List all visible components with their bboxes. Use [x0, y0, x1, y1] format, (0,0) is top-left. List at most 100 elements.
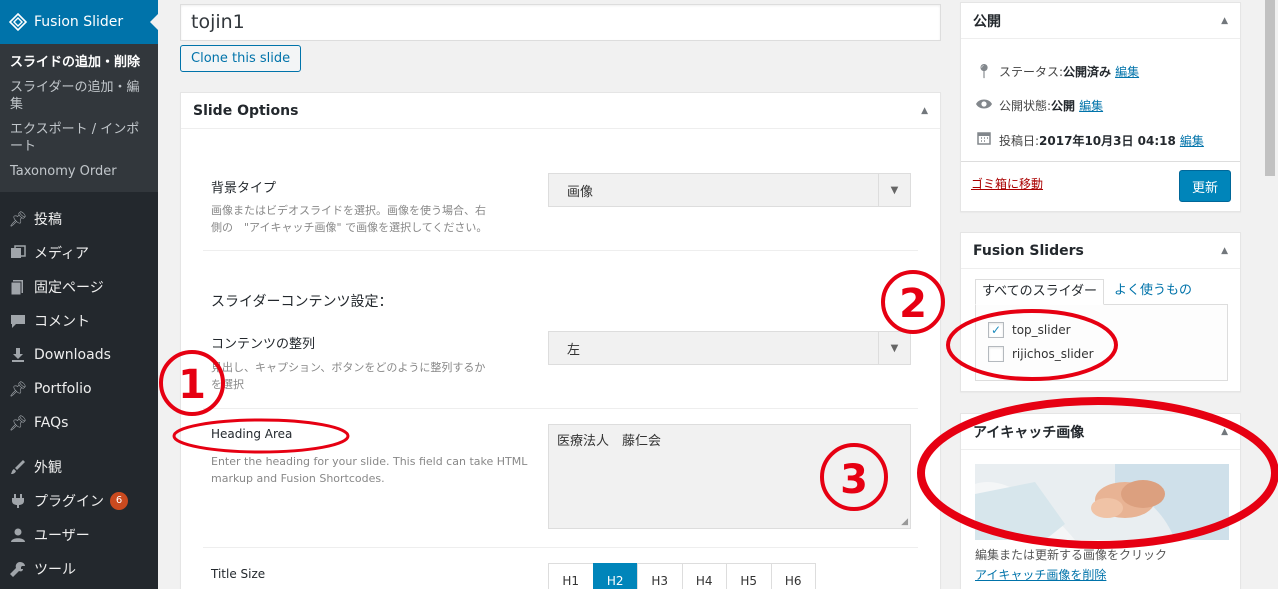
edit-date-link[interactable]: 編集: [1180, 132, 1204, 149]
featured-image-note: 編集または更新する画像をクリック: [975, 548, 1168, 562]
eye-icon: [975, 98, 993, 114]
options-divider: [203, 250, 918, 251]
title-size-h4-button[interactable]: H4: [681, 563, 727, 589]
move-to-trash-link[interactable]: ゴミ箱に移動: [971, 175, 1043, 192]
heading-area-value: 医療法人 藤仁会: [557, 434, 662, 449]
submenu-add-slide[interactable]: スライドの追加・削除: [0, 50, 158, 75]
scrollbar-thumb[interactable]: [1265, 0, 1275, 176]
slider-option-top-slider[interactable]: ✓ top_slider: [988, 322, 1071, 338]
edit-status-link[interactable]: 編集: [1115, 63, 1139, 80]
collapse-arrow-icon[interactable]: ▲: [921, 106, 928, 116]
sidebar-item-pages[interactable]: 固定ページ: [0, 270, 158, 304]
tools-icon: [8, 559, 28, 579]
fusion-sliders-title: Fusion Sliders: [973, 242, 1084, 259]
edit-visibility-link[interactable]: 編集: [1079, 97, 1103, 114]
options-divider: [203, 408, 918, 409]
chevron-down-icon: ▼: [878, 332, 910, 364]
admin-sidebar: Fusion Slider スライドの追加・削除 スライダーの追加・編集 エクス…: [0, 0, 158, 589]
publish-header[interactable]: 公開 ▲: [961, 3, 1240, 39]
options-divider: [203, 547, 918, 548]
sidebar-item-label: 固定ページ: [34, 280, 104, 296]
tab-most-used[interactable]: よく使うもの: [1114, 279, 1192, 305]
remove-featured-image-link[interactable]: アイキャッチ画像を削除: [975, 566, 1106, 583]
sidebar-item-appearance[interactable]: 外観: [0, 450, 158, 484]
visibility-label: 公開状態:: [999, 99, 1052, 113]
pages-icon: [8, 277, 28, 297]
sidebar-item-label: ツール: [34, 562, 76, 578]
slide-title-input[interactable]: tojin1: [180, 4, 941, 41]
tab-all-sliders[interactable]: すべてのスライダー: [975, 279, 1105, 305]
media-icon: [8, 243, 28, 263]
sidebar-item-label: FAQs: [34, 415, 69, 431]
content-settings-heading: スライダーコンテンツ設定：: [211, 294, 393, 310]
checkbox-checked[interactable]: ✓: [988, 322, 1004, 338]
clone-slide-button[interactable]: Clone this slide: [180, 45, 302, 72]
pin-icon: 📍︎: [975, 63, 993, 80]
slide-options-header[interactable]: Slide Options ▲: [181, 93, 940, 129]
submenu-taxonomy-order[interactable]: Taxonomy Order: [0, 159, 158, 184]
bg-type-description-line-1: 画像またはビデオスライドを選択。画像を使う場合、右: [211, 204, 486, 217]
sidebar-item-comments[interactable]: コメント: [0, 304, 158, 338]
status-label: ステータス:: [999, 65, 1064, 79]
sliders-checklist: ✓ top_slider rijichos_slider: [975, 304, 1228, 381]
publish-date-row: 投稿日: 2017年10月3日 04:18 編集: [975, 131, 1204, 149]
collapse-arrow-icon[interactable]: ▲: [1221, 246, 1228, 256]
heading-area-textarea[interactable]: 医療法人 藤仁会 ◢: [548, 424, 911, 529]
sidebar-item-downloads[interactable]: Downloads: [0, 338, 158, 372]
sidebar-item-users[interactable]: ユーザー: [0, 518, 158, 552]
pin-icon: 📌︎: [8, 414, 28, 432]
publish-panel: 公開 ▲ 📍︎ ステータス: 公開済み 編集 公開状態: 公開 編集 投稿日: …: [960, 2, 1241, 212]
submenu-export-import[interactable]: エクスポート / インポート: [0, 117, 158, 159]
bg-type-description-line-2: 側の "アイキャッチ画像" で画像を選択してください。: [211, 221, 488, 234]
title-size-h1-button[interactable]: H1: [548, 563, 594, 589]
bg-type-selected-value: 画像: [567, 184, 594, 200]
featured-image-title: アイキャッチ画像: [973, 424, 1085, 441]
publish-visibility-row: 公開状態: 公開 編集: [975, 97, 1103, 114]
fusion-sliders-header[interactable]: Fusion Sliders ▲: [961, 233, 1240, 269]
featured-image-header[interactable]: アイキャッチ画像 ▲: [961, 414, 1240, 450]
sidebar-item-tools[interactable]: ツール: [0, 552, 158, 586]
sidebar-item-label: 投稿: [34, 212, 62, 228]
collapse-arrow-icon[interactable]: ▲: [1221, 427, 1228, 437]
featured-image-panel: アイキャッチ画像 ▲ 編集または更新する画像をクリック アイキャッチ画像を削除: [960, 413, 1241, 589]
sidebar-item-plugins[interactable]: プラグイン 6: [0, 484, 158, 518]
sidebar-current-label: Fusion Slider: [34, 14, 124, 30]
sidebar-item-label: コメント: [34, 314, 90, 330]
publish-title: 公開: [973, 13, 1001, 30]
content-align-select[interactable]: 左 ▼: [548, 331, 911, 365]
sidebar-item-portfolio[interactable]: 📌︎ Portfolio: [0, 372, 158, 406]
slider-option-label: top_slider: [1012, 323, 1071, 337]
slider-option-rijichos-slider[interactable]: rijichos_slider: [988, 346, 1094, 362]
resize-grip-icon[interactable]: ◢: [901, 517, 908, 527]
title-size-h5-button[interactable]: H5: [726, 563, 772, 589]
sidebar-menu-list: 📌︎ 投稿 メディア 固定ページ コメント Downloads 📌︎ Portf…: [0, 192, 158, 586]
checkbox-unchecked[interactable]: [988, 346, 1004, 362]
title-size-button-group: H1 H2 H3 H4 H5 H6: [548, 563, 816, 589]
featured-image-thumbnail[interactable]: [975, 464, 1229, 540]
title-size-h2-button[interactable]: H2: [592, 563, 638, 589]
calendar-icon: [975, 131, 993, 149]
page-scrollbar[interactable]: [1262, 0, 1278, 589]
appearance-icon: [8, 457, 28, 477]
sidebar-item-posts[interactable]: 📌︎ 投稿: [0, 202, 158, 236]
fusion-sliders-panel: Fusion Sliders ▲ すべてのスライダー よく使うもの ✓ top_…: [960, 232, 1241, 392]
sidebar-item-faqs[interactable]: 📌︎ FAQs: [0, 406, 158, 440]
submenu-add-slider[interactable]: スライダーの追加・編集: [0, 75, 158, 117]
sidebar-item-label: プラグイン: [34, 494, 104, 510]
collapse-arrow-icon[interactable]: ▲: [1221, 16, 1228, 26]
title-size-h3-button[interactable]: H3: [637, 563, 683, 589]
title-size-h6-button[interactable]: H6: [770, 563, 816, 589]
sidebar-item-media[interactable]: メディア: [0, 236, 158, 270]
visibility-value: 公開: [1051, 99, 1076, 113]
bg-type-select[interactable]: 画像 ▼: [548, 173, 911, 207]
update-button[interactable]: 更新: [1179, 170, 1231, 202]
sidebar-submenu: スライドの追加・削除 スライダーの追加・編集 エクスポート / インポート Ta…: [0, 44, 158, 192]
publish-status-row: 📍︎ ステータス: 公開済み 編集: [975, 63, 1139, 80]
comment-icon: [8, 311, 28, 331]
status-value: 公開済み: [1063, 65, 1112, 79]
sidebar-item-fusion-slider[interactable]: Fusion Slider: [0, 0, 158, 44]
sidebar-item-label: 外観: [34, 460, 62, 476]
content-align-label: コンテンツの整列: [211, 337, 316, 352]
chevron-down-icon: ▼: [878, 174, 910, 206]
sidebar-item-label: Downloads: [34, 347, 111, 363]
